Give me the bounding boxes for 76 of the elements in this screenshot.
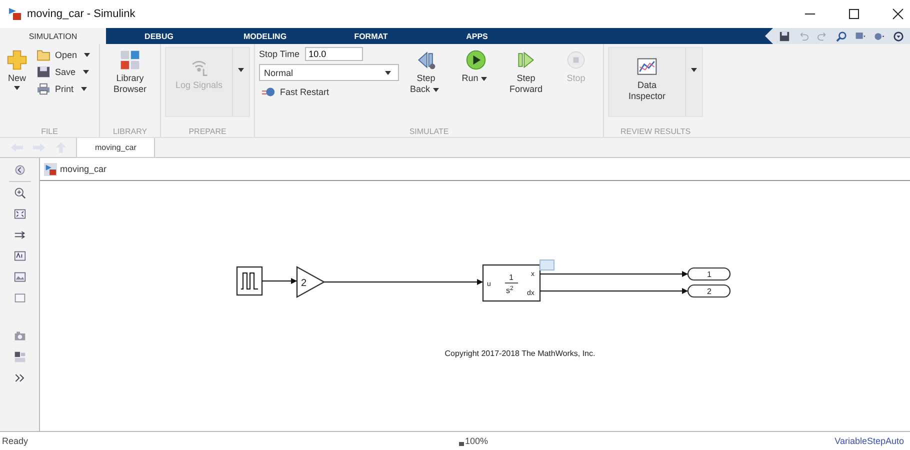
copyright-note: Copyright 2017-2018 The MathWorks, Inc. bbox=[444, 349, 596, 358]
model-tab[interactable]: moving_car bbox=[76, 138, 156, 157]
save-button[interactable]: Save bbox=[34, 64, 96, 80]
caret-icon[interactable] bbox=[691, 68, 698, 72]
stop-icon bbox=[565, 49, 588, 71]
caret-icon[interactable] bbox=[385, 70, 392, 74]
port-handle-icon[interactable] bbox=[540, 260, 554, 270]
caret-icon[interactable] bbox=[481, 76, 488, 81]
group-title: SIMULATE bbox=[408, 127, 450, 136]
more-icon[interactable] bbox=[14, 372, 26, 384]
ribbon-tab[interactable]: SIMULATION bbox=[0, 28, 106, 44]
stop-time-field[interactable]: 10.0 bbox=[304, 47, 363, 61]
library-icon bbox=[119, 49, 142, 71]
caret-icon[interactable] bbox=[14, 86, 20, 90]
outport-block[interactable] bbox=[687, 284, 731, 298]
fast-restart-icon bbox=[261, 86, 276, 98]
group-title: LIBRARY bbox=[112, 127, 148, 136]
app-icon bbox=[8, 7, 22, 21]
image-icon[interactable] bbox=[14, 271, 26, 283]
zoom-level: 100% bbox=[465, 436, 488, 446]
data-inspector-split-button[interactable]: Data Inspector bbox=[608, 47, 704, 117]
folder-icon bbox=[36, 49, 51, 61]
caret-icon[interactable] bbox=[80, 87, 87, 91]
ribbon-tab[interactable]: MODELING bbox=[212, 28, 318, 44]
data-inspector-button[interactable]: Data Inspector bbox=[609, 48, 686, 116]
floppy-icon bbox=[36, 66, 51, 78]
step-back-button[interactable]: Step Back bbox=[403, 47, 450, 97]
caret-icon[interactable] bbox=[82, 70, 89, 74]
status-text: Ready bbox=[1, 436, 30, 446]
pulse-generator-block[interactable] bbox=[236, 266, 263, 296]
print-button[interactable]: Print bbox=[34, 81, 96, 97]
integrator-block[interactable] bbox=[482, 264, 541, 302]
ribbon-tab[interactable]: FORMAT bbox=[318, 28, 424, 44]
maximize-icon[interactable] bbox=[848, 8, 860, 20]
open-button[interactable]: Open bbox=[34, 47, 96, 63]
gain-block[interactable] bbox=[296, 266, 326, 298]
play-icon bbox=[465, 49, 488, 71]
ribbon-tab[interactable]: DEBUG bbox=[106, 28, 212, 44]
run-button[interactable]: Run bbox=[453, 47, 500, 86]
group-title: REVIEW RESULTS bbox=[619, 127, 692, 136]
caret-icon[interactable] bbox=[238, 68, 244, 72]
area-icon[interactable] bbox=[14, 292, 26, 304]
signal-line bbox=[262, 278, 298, 284]
close-icon[interactable] bbox=[892, 8, 904, 20]
model-icon bbox=[44, 162, 57, 176]
fast-restart-button[interactable]: Fast Restart bbox=[259, 84, 400, 100]
block-icon[interactable] bbox=[14, 351, 26, 363]
gain-value: 2 bbox=[301, 278, 307, 289]
port-number: 2 bbox=[707, 287, 712, 296]
numerator: 1 bbox=[509, 273, 514, 282]
search-icon[interactable] bbox=[836, 30, 847, 42]
caret-icon[interactable] bbox=[84, 53, 90, 57]
collapse-icon[interactable] bbox=[14, 164, 26, 176]
port-number: 1 bbox=[707, 270, 712, 279]
solver-link[interactable]: VariableStepAuto bbox=[834, 436, 910, 446]
plus-icon bbox=[6, 49, 28, 71]
group-title: PREPARE bbox=[188, 127, 228, 136]
ribbon-tab[interactable]: APPS bbox=[424, 28, 530, 44]
library-browser-button[interactable]: Library Browser bbox=[104, 47, 156, 97]
group-title: FILE bbox=[40, 127, 59, 136]
outport-block[interactable] bbox=[687, 267, 731, 281]
new-button[interactable]: New bbox=[4, 47, 30, 92]
denominator: s$^{2}$ bbox=[506, 286, 514, 295]
simulation-mode-dropdown[interactable]: Normal bbox=[259, 64, 400, 81]
step-forward-button[interactable]: Step Forward bbox=[503, 47, 550, 97]
save-icon[interactable] bbox=[779, 30, 790, 42]
annotation-icon[interactable] bbox=[14, 250, 26, 262]
fit-view-icon[interactable] bbox=[14, 208, 26, 220]
chart-icon bbox=[636, 56, 658, 78]
caret-icon[interactable] bbox=[433, 88, 440, 92]
stop-time-label: Stop Time bbox=[259, 49, 300, 59]
printer-icon bbox=[36, 83, 51, 95]
window-title: moving_car - Simulink bbox=[27, 8, 136, 20]
arrows-icon[interactable] bbox=[14, 229, 26, 241]
model-path[interactable]: moving_car bbox=[60, 164, 107, 174]
expand-icon[interactable] bbox=[893, 30, 904, 42]
